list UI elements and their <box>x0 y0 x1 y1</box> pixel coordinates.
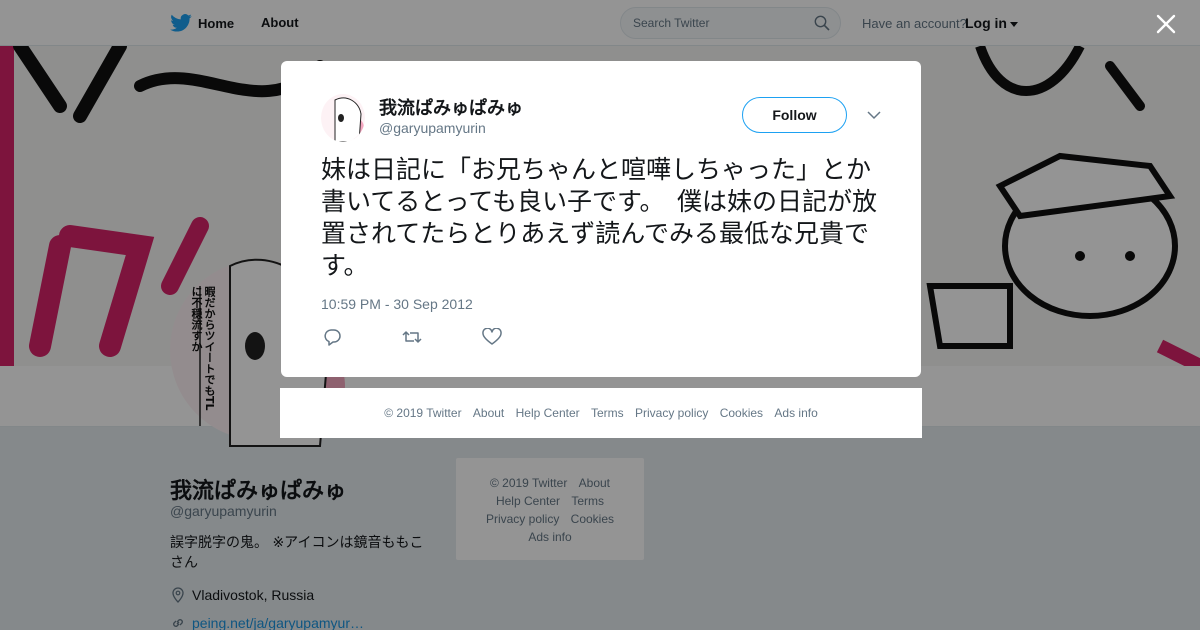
modal-footer-help-link[interactable]: Help Center <box>516 406 580 420</box>
tweet-permalink-card: 我流ぱみゅぱみゅ @garyupamyurin Follow 妹は日記に「お兄ち… <box>281 61 921 377</box>
chevron-down-icon[interactable] <box>867 109 881 121</box>
retweet-icon[interactable] <box>402 328 422 346</box>
modal-footer: © 2019 Twitter About Help Center Terms P… <box>280 388 922 438</box>
reply-icon[interactable] <box>322 328 342 346</box>
modal-footer-terms-link[interactable]: Terms <box>591 406 624 420</box>
tweet-timestamp[interactable]: 10:59 PM - 30 Sep 2012 <box>321 296 473 312</box>
modal-footer-copyright: © 2019 Twitter <box>384 406 462 420</box>
modal-footer-about-link[interactable]: About <box>473 406 504 420</box>
follow-button[interactable]: Follow <box>742 97 847 133</box>
tweet-author-name[interactable]: 我流ぱみゅぱみゅ <box>379 94 523 120</box>
author-avatar-illustration <box>321 94 365 142</box>
modal-footer-ads-link[interactable]: Ads info <box>774 406 817 420</box>
tweet-author-handle[interactable]: @garyupamyurin <box>379 120 486 136</box>
modal-footer-privacy-link[interactable]: Privacy policy <box>635 406 708 420</box>
modal-footer-cookies-link[interactable]: Cookies <box>720 406 763 420</box>
heart-icon[interactable] <box>482 328 502 346</box>
tweet-text: 妹は日記に「お兄ちゃんと喧嘩しちゃった」とか書いてるとっても良い子です。 僕は妹… <box>321 155 878 280</box>
tweet-author-avatar[interactable] <box>321 94 365 142</box>
close-icon[interactable] <box>1156 14 1176 34</box>
